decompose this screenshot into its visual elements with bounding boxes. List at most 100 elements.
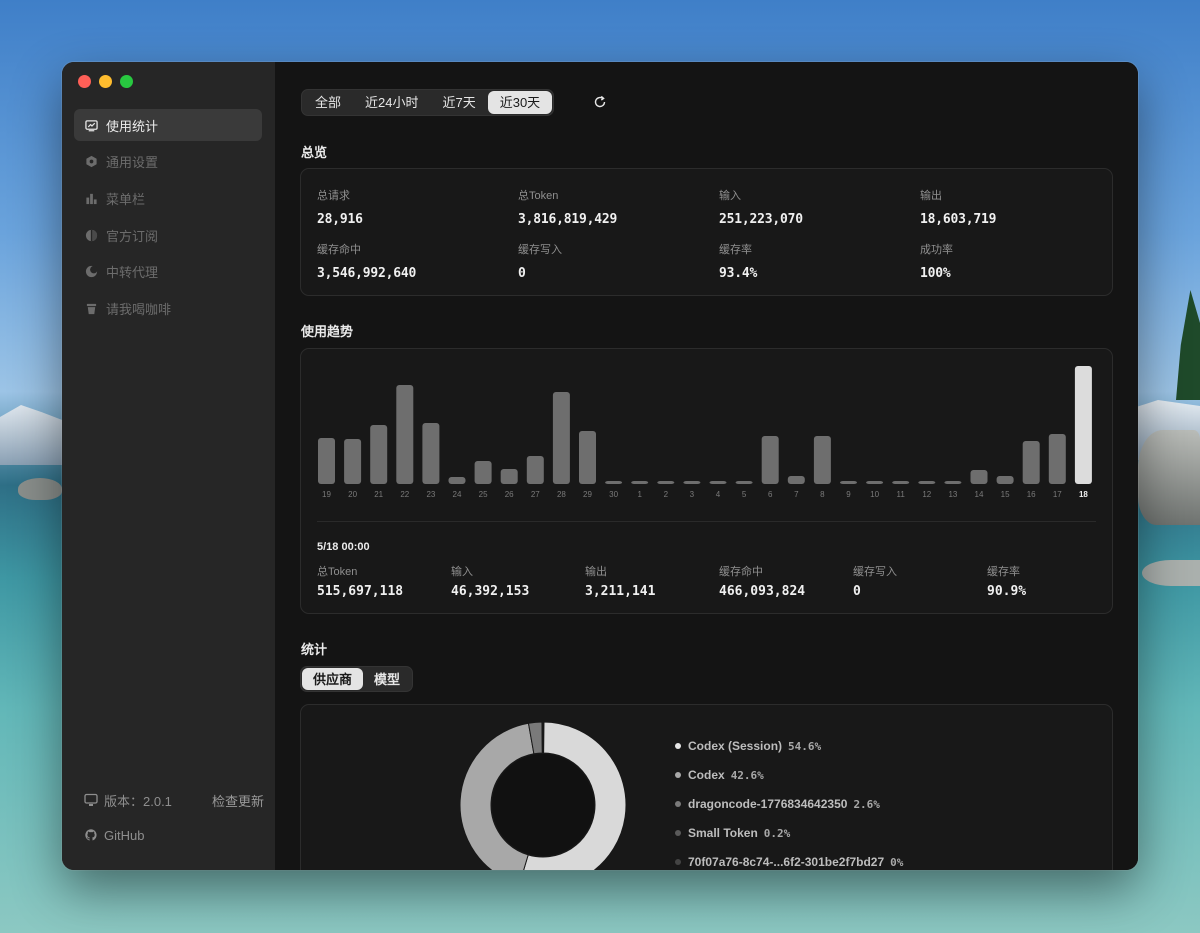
range-tab-24h[interactable]: 近24小时 — [353, 91, 430, 114]
trend-bar-30[interactable] — [605, 481, 623, 484]
sidebar-item-usage-stats[interactable]: 使用统计 — [74, 109, 262, 141]
detail-cache-write: 缓存写入 0 — [853, 566, 897, 599]
trend-bar-18[interactable] — [1074, 366, 1092, 484]
x-tick-label: 27 — [531, 490, 540, 499]
trend-bar-11[interactable] — [892, 481, 910, 484]
sidebar-item-label: 中转代理 — [106, 265, 159, 281]
stats-tab-selector: 供应商 模型 — [300, 666, 414, 692]
x-tick-label: 26 — [505, 490, 514, 499]
x-tick-label: 21 — [374, 490, 383, 499]
trend-bar-4[interactable] — [709, 481, 727, 484]
x-tick-label: 15 — [1001, 490, 1010, 499]
trend-bar-16[interactable] — [1022, 441, 1040, 484]
legend-dot — [675, 859, 681, 865]
detail-timestamp: 5/18 00:00 — [317, 541, 370, 553]
x-tick-label: 29 — [583, 490, 592, 499]
trend-bar-20[interactable] — [344, 439, 362, 484]
coffee-cup-icon — [84, 301, 98, 315]
trend-bar-21[interactable] — [370, 425, 388, 484]
trend-bar-25[interactable] — [474, 461, 492, 484]
tab-providers[interactable]: 供应商 — [302, 668, 364, 690]
trend-bar-10[interactable] — [866, 481, 884, 484]
trend-bar-24[interactable] — [448, 477, 466, 484]
x-tick-label: 7 — [794, 490, 799, 499]
detail-cache-rate: 缓存率 90.9% — [987, 566, 1027, 599]
overview-title: 总览 — [301, 145, 328, 160]
trend-bar-27[interactable] — [526, 456, 544, 484]
trend-bar-14[interactable] — [970, 470, 988, 484]
app-window: 使用统计 通用设置 菜单栏 官方订阅 中转代理 请我喝咖啡 版本：2.0.1 检… — [62, 62, 1138, 870]
trend-bar-15[interactable] — [996, 476, 1014, 484]
stat-total-tokens: 总Token 3,816,819,429 — [518, 190, 618, 227]
close-window-button[interactable] — [78, 75, 91, 88]
zoom-window-button[interactable] — [120, 75, 133, 88]
x-tick-label: 13 — [948, 490, 957, 499]
check-update-link[interactable]: 检查更新 — [212, 791, 264, 810]
trend-bar-2[interactable] — [657, 481, 675, 484]
version-label: 版本：2.0.1 — [104, 793, 172, 809]
desktop-rock-right — [1138, 430, 1200, 525]
trend-bar-3[interactable] — [683, 481, 701, 484]
stats-card: Codex (Session) 54.6% Codex 42.6% dragon… — [300, 704, 1113, 870]
tab-models[interactable]: 模型 — [363, 668, 411, 690]
trend-bar-5[interactable] — [735, 481, 753, 484]
minimize-window-button[interactable] — [99, 75, 112, 88]
legend-item[interactable]: Codex 42.6% — [675, 765, 903, 785]
stat-input: 输入 251,223,070 — [719, 190, 803, 227]
sidebar-item-label: 使用统计 — [106, 118, 159, 134]
trend-bar-29[interactable] — [579, 431, 596, 484]
range-tab-7d[interactable]: 近7天 — [430, 91, 487, 114]
sidebar-item-label: 官方订阅 — [106, 228, 159, 244]
github-link[interactable]: GitHub — [84, 825, 144, 845]
hexagon-settings-icon — [84, 155, 98, 169]
circle-half-icon — [84, 228, 98, 242]
provider-legend: Codex (Session) 54.6% Codex 42.6% dragon… — [675, 736, 903, 870]
x-tick-label: 3 — [690, 490, 695, 499]
trend-bar-9[interactable] — [840, 481, 857, 484]
range-tab-all[interactable]: 全部 — [303, 91, 353, 114]
stat-total-requests: 总请求 28,916 — [317, 190, 363, 227]
x-tick-label: 6 — [768, 490, 773, 499]
stat-output: 输出 18,603,719 — [920, 190, 997, 227]
x-tick-label: 28 — [557, 490, 566, 499]
sidebar-item-menubar[interactable]: 菜单栏 — [74, 182, 262, 214]
trend-bar-28[interactable] — [552, 392, 570, 484]
trend-title: 使用趋势 — [301, 324, 354, 339]
donut-hole — [492, 754, 594, 856]
legend-item[interactable]: Codex (Session) 54.6% — [675, 736, 903, 756]
trend-bar-12[interactable] — [918, 481, 936, 484]
trend-bar-8[interactable] — [813, 436, 831, 484]
github-label: GitHub — [104, 827, 145, 843]
trend-bar-13[interactable] — [944, 481, 962, 484]
x-tick-label: 22 — [400, 490, 409, 499]
legend-dot — [675, 830, 681, 836]
x-tick-label: 8 — [820, 490, 825, 499]
detail-input: 输入 46,392,153 — [451, 566, 530, 599]
sidebar-item-label: 通用设置 — [106, 155, 159, 171]
sidebar-item-official-subscription[interactable]: 官方订阅 — [74, 219, 262, 251]
trend-bar-22[interactable] — [396, 385, 414, 484]
sidebar-item-relay-proxy[interactable]: 中转代理 — [74, 256, 262, 288]
range-tab-30d[interactable]: 近30天 — [487, 91, 553, 114]
legend-item[interactable]: Small Token 0.2% — [675, 823, 903, 843]
trend-bar-1[interactable] — [631, 481, 649, 484]
sidebar-item-general-settings[interactable]: 通用设置 — [74, 146, 262, 178]
x-tick-label: 11 — [897, 490, 906, 499]
legend-item[interactable]: 70f07a76-8c74-...6f2-301be2f7bd27 0% — [675, 852, 903, 870]
x-tick-label: 24 — [453, 490, 462, 499]
trend-bar-17[interactable] — [1048, 434, 1066, 484]
trend-bar-23[interactable] — [422, 423, 440, 484]
trend-bar-7[interactable] — [787, 476, 805, 484]
x-tick-label: 12 — [922, 490, 931, 499]
legend-dot — [675, 743, 681, 749]
trend-bar-26[interactable] — [500, 469, 518, 484]
trend-card: 19 20 21 22 23 24 25 26 27 28 29 30 1 2 3 4 5 6 7 8 9 10 11 12 1… — [300, 348, 1113, 614]
refresh-icon[interactable] — [593, 95, 607, 109]
trend-bar-6[interactable] — [761, 436, 779, 484]
trend-bar-19[interactable] — [318, 438, 335, 484]
legend-item[interactable]: dragoncode-1776834642350 2.6% — [675, 794, 903, 814]
donut-slice[interactable] — [542, 721, 545, 754]
sidebar-item-buy-coffee[interactable]: 请我喝咖啡 — [74, 292, 262, 324]
x-tick-label: 19 — [322, 490, 331, 499]
desktop-tree — [1176, 290, 1200, 400]
